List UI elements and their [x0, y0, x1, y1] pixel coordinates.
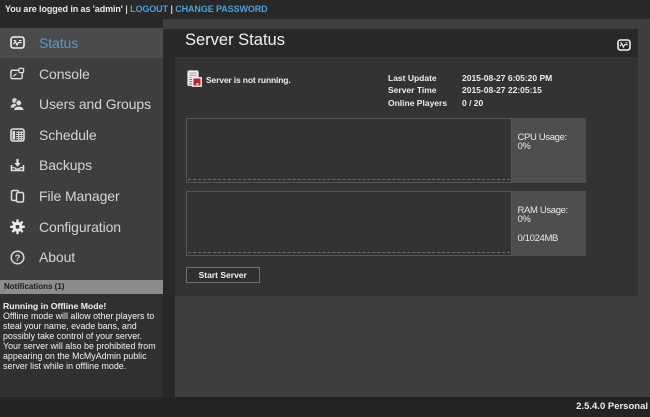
svg-text:?: ?: [15, 252, 21, 263]
